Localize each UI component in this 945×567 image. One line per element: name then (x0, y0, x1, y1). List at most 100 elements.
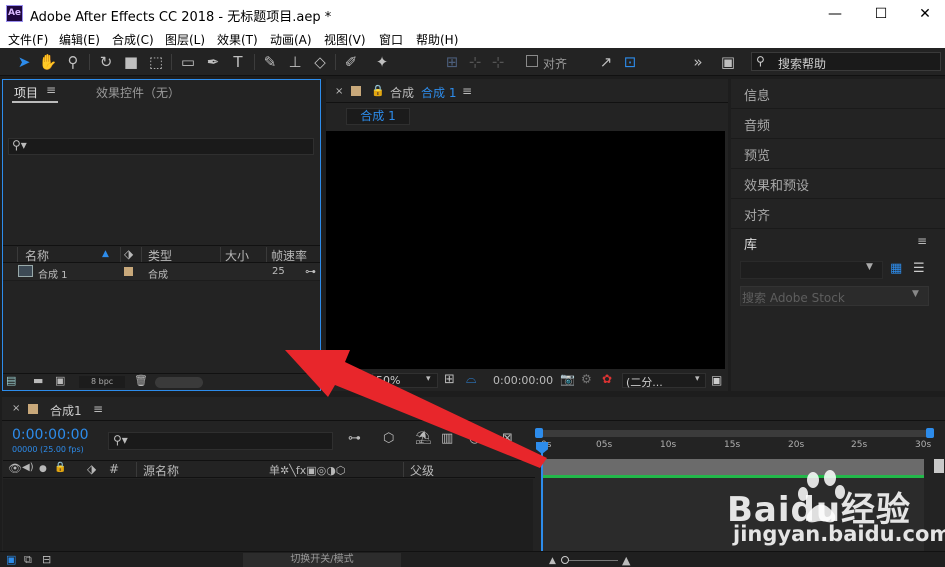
panel-menu-icon[interactable]: ≡ (917, 234, 927, 248)
layer-switches-icons[interactable]: 单✲╲fx▣◎◑⬡ (269, 462, 345, 478)
pen-tool-icon[interactable]: ✒ (203, 52, 223, 72)
panel-effects-presets[interactable]: 效果和预设 (731, 169, 945, 199)
new-composition-icon[interactable]: ▣ (55, 374, 65, 387)
rotation-tool-icon[interactable]: ↻ (96, 52, 116, 72)
zoom-in-icon[interactable]: ▲ (622, 554, 630, 567)
roto-brush-tool-icon[interactable]: ✐ (341, 52, 361, 72)
label-color-swatch[interactable] (124, 267, 133, 276)
current-time-indicator[interactable] (541, 446, 543, 551)
clone-stamp-tool-icon[interactable]: ⊥ (285, 52, 305, 72)
snap-feather-icon[interactable]: ↗ (596, 52, 616, 72)
new-folder-icon[interactable]: ▬ (33, 374, 43, 387)
draft-3d-icon[interactable]: ⬡ (383, 431, 394, 446)
panel-menu-icon[interactable]: ≡ (93, 402, 103, 416)
composition-canvas[interactable] (326, 131, 725, 369)
workspace-expand-icon[interactable]: » (688, 52, 708, 72)
current-time[interactable]: 0:00:00:00 (493, 374, 553, 387)
zoom-slider-thumb[interactable] (561, 556, 569, 564)
rectangle-tool-icon[interactable]: ▭ (178, 52, 198, 72)
tab-project[interactable]: 项目 (14, 84, 38, 101)
solo-icon[interactable]: ● (39, 464, 47, 474)
interpret-footage-icon[interactable]: ▤ (6, 374, 16, 387)
workspace-sync-icon[interactable]: ▣ (718, 52, 738, 72)
hand-tool-icon[interactable]: ✋ (38, 52, 58, 72)
menu-layer[interactable]: 图层(L) (165, 31, 205, 48)
composition-breadcrumb[interactable]: 合成 1 (346, 108, 410, 125)
thumbnail-slider[interactable] (155, 377, 203, 388)
snap-checkbox[interactable] (526, 55, 538, 67)
panel-menu-icon[interactable]: ≡ (46, 83, 56, 97)
video-eye-icon[interactable]: 👁 (8, 462, 22, 475)
close-icon[interactable]: × (335, 86, 343, 97)
close-icon[interactable]: × (12, 403, 20, 414)
menu-edit[interactable]: 编辑(E) (59, 31, 100, 48)
menu-animation[interactable]: 动画(A) (270, 31, 312, 48)
layer-list-area[interactable] (3, 479, 533, 551)
menu-window[interactable]: 窗口 (379, 31, 403, 48)
pan-behind-tool-icon[interactable]: ⬚ (146, 52, 166, 72)
flowchart-icon[interactable]: ⊶ (305, 265, 316, 278)
project-search-input[interactable] (8, 138, 314, 155)
grid-guides-icon[interactable]: ⊞ (444, 372, 455, 387)
panel-info[interactable]: 信息 (731, 79, 945, 109)
in-out-toggle-icon[interactable]: ⊟ (42, 553, 51, 566)
time-navigator-bar[interactable] (537, 430, 932, 437)
menu-file[interactable]: 文件(F) (8, 31, 48, 48)
column-parent[interactable]: 父级 (410, 462, 434, 479)
menu-effect[interactable]: 效果(T) (217, 31, 258, 48)
label-tag-icon[interactable]: ⬗ (87, 462, 96, 476)
timeline-tab-name[interactable]: 合成1 (50, 402, 82, 419)
frame-blending-icon[interactable]: ▥ (441, 431, 453, 446)
panel-preview[interactable]: 预览 (731, 139, 945, 169)
panel-align[interactable]: 对齐 (731, 199, 945, 229)
panel-menu-icon[interactable]: ≡ (462, 84, 472, 98)
navigator-end-handle[interactable] (926, 428, 934, 438)
library-dropdown[interactable] (740, 261, 883, 279)
menu-help[interactable]: 帮助(H) (416, 31, 458, 48)
timeline-current-time[interactable]: 0:00:00:00 (12, 427, 89, 443)
audio-icon[interactable]: ◀) (22, 462, 34, 473)
type-tool-icon[interactable]: T (228, 52, 248, 72)
camera-tool-icon[interactable]: ■ (121, 52, 141, 72)
panel-library-label[interactable]: 库 (744, 234, 757, 253)
column-name[interactable]: 名称 (25, 247, 49, 264)
color-channels-icon[interactable]: ✿ (602, 372, 612, 386)
zoom-slider-track[interactable] (562, 560, 618, 561)
table-row[interactable]: 合成 1 合成 25 ⊶ (3, 263, 320, 281)
snapshot-camera-icon[interactable]: 📷 (560, 372, 575, 386)
composition-flowchart-icon[interactable]: ⊶ (348, 431, 361, 446)
show-snapshot-icon[interactable]: ⚙ (581, 372, 592, 386)
lock-icon[interactable]: 🔒 (54, 462, 66, 473)
grid-view-icon[interactable]: ▦ (890, 261, 902, 276)
column-layer-number[interactable]: # (109, 462, 119, 476)
world-axis-icon[interactable]: ⊹ (465, 52, 485, 72)
local-axis-icon[interactable]: ⊞ (442, 52, 462, 72)
layer-switches-toggle-icon[interactable]: ▣ (6, 553, 16, 566)
lock-icon[interactable]: 🔒 (371, 84, 385, 97)
motion-blur-icon[interactable]: ◔ (469, 431, 480, 446)
eraser-tool-icon[interactable]: ◇ (310, 52, 330, 72)
chevron-down-icon[interactable]: ▼ (912, 289, 919, 299)
column-type[interactable]: 类型 (148, 247, 172, 264)
region-of-interest-icon[interactable]: ▣ (711, 373, 722, 387)
view-axis-icon[interactable]: ⊹ (488, 52, 508, 72)
maximize-button[interactable]: ☐ (858, 0, 904, 28)
minimize-button[interactable]: — (812, 0, 858, 28)
snap-bounds-icon[interactable]: ⊡ (620, 52, 640, 72)
hide-shy-layers-icon[interactable]: ⛱ (415, 431, 432, 446)
trash-icon[interactable]: 🗑 (134, 374, 148, 387)
menu-view[interactable]: 视图(V) (324, 31, 366, 48)
column-frame-rate[interactable]: 帧速率 (271, 247, 307, 264)
transfer-controls-toggle-icon[interactable]: ⧉ (24, 553, 32, 567)
navigator-start-handle[interactable] (535, 428, 543, 438)
puppet-pin-tool-icon[interactable]: ✦ (372, 52, 392, 72)
column-source-name[interactable]: 源名称 (143, 462, 179, 479)
sort-ascending-icon[interactable]: ▲ (102, 249, 109, 259)
zoom-out-icon[interactable]: ▲ (549, 556, 556, 566)
graph-editor-icon[interactable]: ⊠ (502, 431, 513, 446)
close-button[interactable]: ✕ (902, 0, 945, 28)
column-size[interactable]: 大小 (225, 247, 249, 264)
selection-tool-icon[interactable]: ➤ (14, 52, 34, 72)
label-tag-icon[interactable]: ⬗ (124, 247, 133, 261)
list-view-icon[interactable]: ☰ (913, 261, 925, 276)
